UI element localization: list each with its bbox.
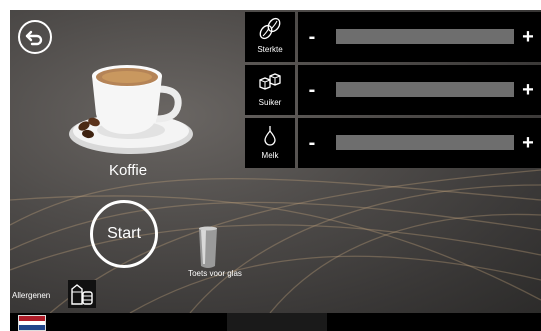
strength-label: Sterkte: [257, 45, 283, 54]
milk-level-track[interactable]: [336, 135, 514, 150]
back-button[interactable]: [18, 20, 52, 54]
sugar-level-track[interactable]: [336, 82, 514, 97]
back-arrow-icon: [25, 30, 43, 46]
sugar-decrease-button[interactable]: -: [298, 65, 326, 115]
glass-key-button[interactable]: Toets voor glas: [175, 226, 255, 286]
start-button-label: Start: [107, 225, 141, 242]
bottom-bar: [10, 313, 541, 331]
milk-label: Melk: [261, 151, 279, 160]
strength-decrease-button[interactable]: -: [298, 12, 326, 62]
coffee-cup-image: [69, 65, 193, 154]
sugar-control: - +: [298, 65, 541, 115]
strength-control: - +: [298, 12, 541, 62]
bottom-tab: [227, 313, 327, 331]
language-flag-button[interactable]: [18, 315, 46, 331]
milk-drop-icon: [264, 126, 276, 146]
drink-name: Koffie: [108, 162, 148, 179]
milk-icon-cell: Melk: [245, 118, 295, 168]
milk-decrease-button[interactable]: -: [298, 118, 326, 168]
sugar-row: Suiker - +: [245, 65, 541, 115]
strength-increase-button[interactable]: +: [515, 12, 541, 62]
strength-icon-cell: Sterkte: [245, 12, 295, 62]
sugar-cubes-icon: [259, 73, 281, 90]
glass-key-label: Toets voor glas: [188, 269, 242, 278]
sugar-increase-button[interactable]: +: [515, 65, 541, 115]
sugar-label: Suiker: [258, 98, 282, 107]
milk-row: Melk - +: [245, 118, 541, 168]
allergens-button[interactable]: Allergenen: [10, 278, 100, 310]
strength-level-track[interactable]: [336, 29, 514, 44]
machine-screen: Koffie Start Toets voor glas Allergenen: [10, 10, 541, 313]
milk-control: - +: [298, 118, 541, 168]
flag-stripe-blue: [19, 325, 45, 330]
coffee-beans-icon: [259, 17, 281, 40]
sugar-icon-cell: Suiker: [245, 65, 295, 115]
start-button[interactable]: Start: [90, 200, 158, 268]
strength-row: Sterkte - +: [245, 12, 541, 62]
allergens-label: Allergenen: [12, 291, 51, 300]
glass-icon: [199, 226, 217, 268]
milk-increase-button[interactable]: +: [515, 118, 541, 168]
allergens-icon: [68, 280, 96, 308]
